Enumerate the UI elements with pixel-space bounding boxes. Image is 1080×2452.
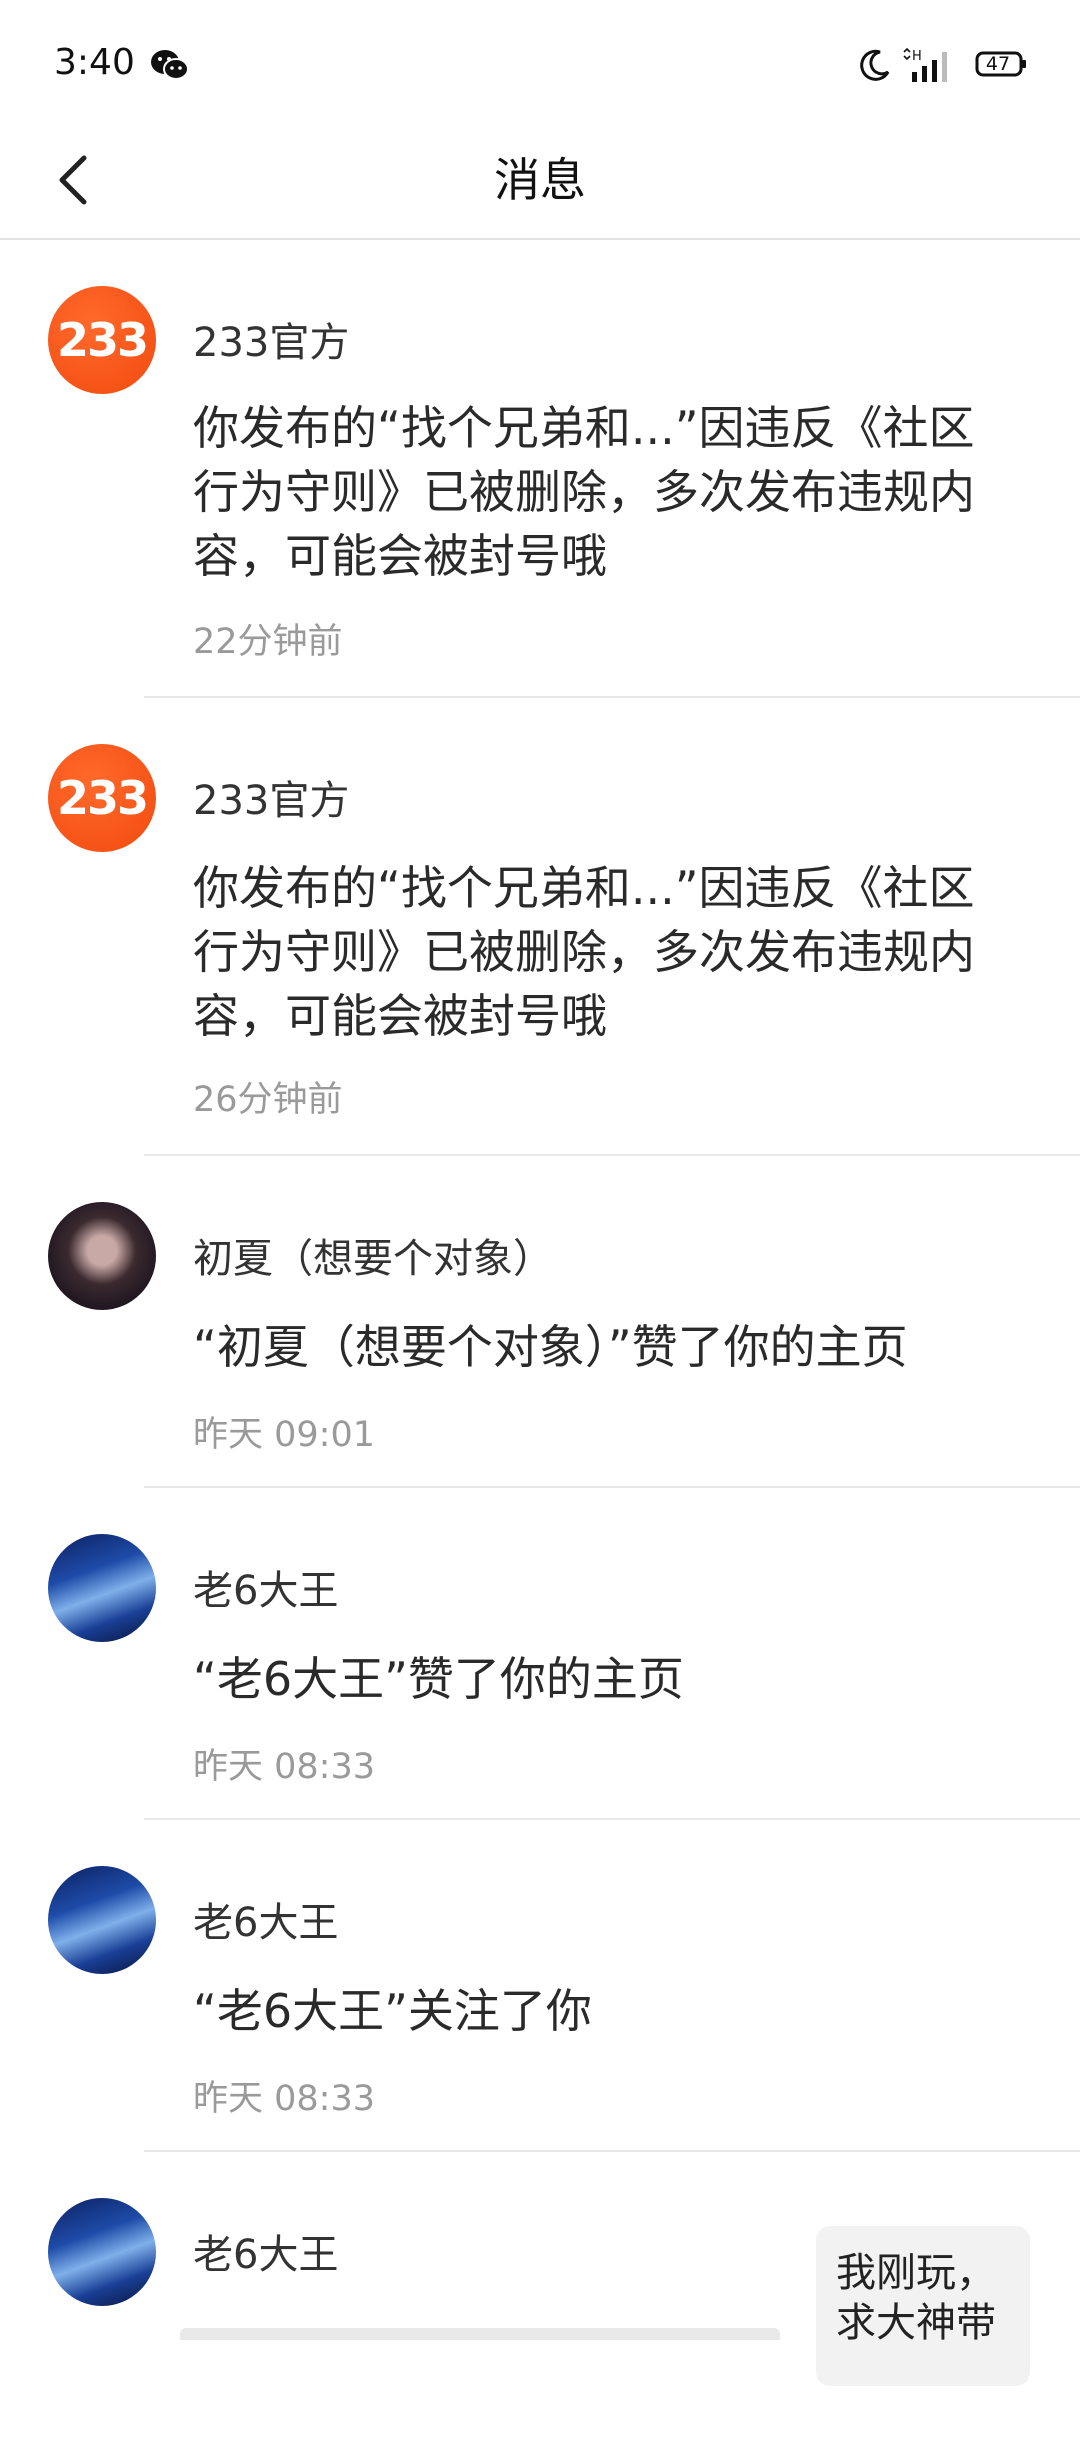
message-time: 昨天 09:01 [193, 1415, 375, 1455]
message-content: “初夏（想要个对象）”赞了你的主页 [193, 1320, 908, 1374]
message-time: 26分钟前 [193, 1080, 343, 1120]
sender-name: 233官方 [193, 320, 350, 366]
bottom-bar-edge [180, 2328, 780, 2340]
avatar-logo-text: 233 [56, 771, 149, 825]
message-content: “老6大王”关注了你 [193, 1984, 592, 2038]
message-time: 22分钟前 [193, 622, 343, 662]
header: 消息 [0, 120, 1080, 240]
status-time: 3:40 [54, 42, 135, 83]
message-list: 233 233官方 你发布的“找个兄弟和...”因违反《社区行为守则》已被删除，… [0, 240, 1080, 2452]
avatar[interactable] [48, 1866, 156, 1974]
avatar[interactable]: 233 [48, 744, 156, 852]
message-item[interactable]: 老6大王 “老6大王”赞了你的主页 昨天 08:33 [0, 1488, 1080, 1820]
message-content: 你发布的“找个兄弟和...”因违反《社区行为守则》已被删除，多次发布违规内容，可… [193, 861, 975, 1043]
avatar-logo-text: 233 [56, 313, 149, 367]
avatar[interactable] [48, 2198, 156, 2306]
message-item[interactable]: 初夏（想要个对象） “初夏（想要个对象）”赞了你的主页 昨天 09:01 [0, 1156, 1080, 1488]
page-title: 消息 [494, 153, 586, 207]
back-button[interactable] [40, 140, 110, 220]
message-item[interactable]: 233 233官方 你发布的“找个兄弟和...”因违反《社区行为守则》已被删除，… [0, 698, 1080, 1156]
status-bar: 3:40 H 47 [0, 0, 1080, 130]
sender-name: 233官方 [193, 778, 350, 824]
floating-chat-bubble[interactable]: 我刚玩，求大神带 [816, 2226, 1030, 2386]
battery-level: 47 [985, 53, 1011, 75]
avatar[interactable] [48, 1202, 156, 1310]
message-content: “老6大王”赞了你的主页 [193, 1652, 684, 1706]
message-content: 你发布的“找个兄弟和...”因违反《社区行为守则》已被删除，多次发布违规内容，可… [193, 401, 975, 583]
moon-icon [860, 49, 890, 81]
avatar[interactable]: 233 [48, 286, 156, 394]
chevron-left-icon [59, 155, 87, 205]
signal-icon: H [903, 47, 947, 82]
wechat-icon [151, 50, 189, 80]
avatar[interactable] [48, 1534, 156, 1642]
message-item[interactable]: 233 233官方 你发布的“找个兄弟和...”因违反《社区行为守则》已被删除，… [0, 240, 1080, 698]
message-time: 昨天 08:33 [193, 2079, 375, 2119]
message-item[interactable]: 老6大王 “老6大王”关注了你 昨天 08:33 [0, 1820, 1080, 2152]
sender-name: 老6大王 [193, 2232, 339, 2278]
message-time: 昨天 08:33 [193, 1747, 375, 1787]
sender-name: 老6大王 [193, 1900, 339, 1946]
sender-name: 初夏（想要个对象） [193, 1236, 553, 1282]
sender-name: 老6大王 [193, 1568, 339, 1614]
svg-text:H: H [912, 49, 922, 64]
